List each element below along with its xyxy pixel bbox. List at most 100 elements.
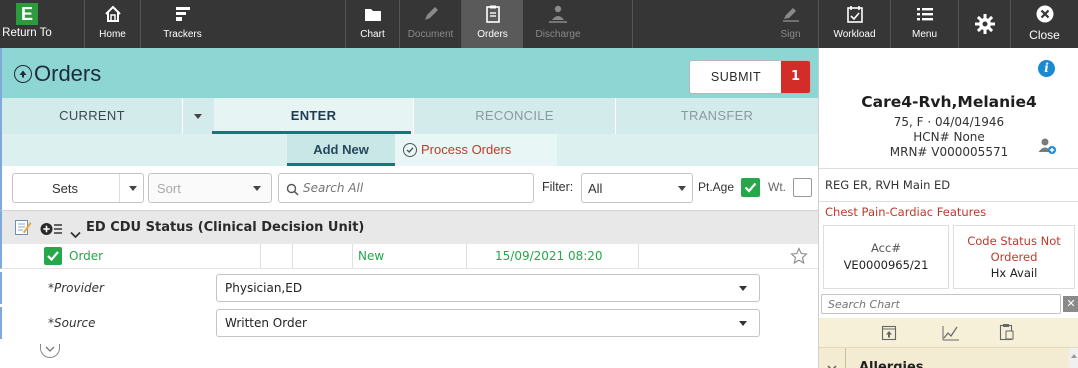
tab-current[interactable]: CURRENT xyxy=(2,98,182,134)
allergies-label: Allergies xyxy=(859,360,924,368)
scrollbar[interactable] xyxy=(1069,348,1078,368)
divider xyxy=(845,348,846,368)
submit-label: SUBMIT xyxy=(710,70,762,84)
sort-label: Sort xyxy=(157,181,181,196)
sets-dropdown[interactable]: Sets xyxy=(12,173,144,203)
chart-button[interactable]: Chart xyxy=(345,0,399,48)
discharge-button[interactable]: Discharge xyxy=(523,0,593,48)
tab-current-dropdown[interactable] xyxy=(183,98,213,134)
collapse-up-icon[interactable] xyxy=(14,65,32,83)
visit-location: REG ER, RVH Main ED xyxy=(819,168,1078,202)
menu-button[interactable]: Menu xyxy=(890,0,958,48)
edit-note-icon[interactable] xyxy=(14,218,32,240)
filter-dropdown[interactable]: All xyxy=(581,173,693,203)
check-circle-icon xyxy=(403,143,417,157)
discharge-label: Discharge xyxy=(535,29,581,40)
chevron-down-icon xyxy=(194,114,202,119)
provider-value: Physician,ED xyxy=(225,281,303,295)
orders-app: E Return To Home Trackers Chart Document… xyxy=(0,0,1078,368)
info-icon[interactable]: i xyxy=(1038,60,1055,77)
chevron-down-icon xyxy=(739,286,747,291)
code-status-box[interactable]: Code Status Not Ordered Hx Avail xyxy=(953,225,1075,289)
home-icon xyxy=(103,0,123,28)
cell-divider xyxy=(292,244,293,268)
source-value: Written Order xyxy=(225,316,307,330)
tab-transfer[interactable]: TRANSFER xyxy=(616,98,818,134)
chief-complaint: Chest Pain-Cardiac Features xyxy=(825,205,987,219)
sign-button[interactable]: Sign xyxy=(632,0,812,48)
source-row: *Source Written Order xyxy=(0,307,818,339)
e-logo-icon: E xyxy=(16,3,38,25)
filter-label: Filter: xyxy=(542,180,574,194)
search-all-box[interactable] xyxy=(278,173,534,203)
trackers-label: Trackers xyxy=(163,29,202,40)
expand-details-button[interactable] xyxy=(40,344,60,358)
allergies-section[interactable]: Allergies xyxy=(819,348,1078,368)
workload-calendar-icon xyxy=(846,0,864,28)
document-label: Document xyxy=(407,29,454,40)
search-all-input[interactable] xyxy=(303,178,523,198)
chevron-down-icon xyxy=(827,356,837,368)
trend-graph-icon[interactable] xyxy=(941,324,961,346)
process-orders-label: Process Orders xyxy=(421,142,512,157)
clear-search-icon[interactable]: ✕ xyxy=(1063,296,1078,312)
menu-label: Menu xyxy=(911,29,937,40)
gear-icon xyxy=(974,0,996,48)
orders-button[interactable]: Orders xyxy=(461,0,523,48)
patient-name: Care4-Rvh,Melanie4 xyxy=(861,93,1037,111)
subtab-process-orders[interactable]: Process Orders xyxy=(395,134,557,166)
chart-upload-icon[interactable] xyxy=(881,325,897,345)
home-button[interactable]: Home xyxy=(84,0,140,48)
add-person-icon[interactable] xyxy=(1037,137,1057,155)
code-status-line1: Code Status Not xyxy=(967,234,1061,248)
account-value: VE0000965/21 xyxy=(843,258,929,272)
document-button[interactable]: Document xyxy=(399,0,461,48)
close-label: Close xyxy=(1029,28,1060,42)
return-to-label: Return To xyxy=(2,27,52,39)
folder-icon xyxy=(363,0,383,28)
section-title: ED CDU Status (Clinical Decision Unit) xyxy=(86,220,365,235)
weight-checkbox[interactable] xyxy=(793,178,812,197)
workload-button[interactable]: Workload xyxy=(818,0,890,48)
favorite-star-icon[interactable] xyxy=(790,247,808,269)
chevron-down-icon xyxy=(129,186,137,191)
tab-reconcile[interactable]: RECONCILE xyxy=(414,98,615,134)
search-chart-input[interactable] xyxy=(828,297,1056,312)
trackers-button[interactable]: Trackers xyxy=(140,0,224,48)
sort-dropdown[interactable]: Sort xyxy=(148,173,272,203)
chevron-down-icon xyxy=(253,186,261,191)
settings-button[interactable] xyxy=(958,0,1010,48)
subtab-add-new[interactable]: Add New xyxy=(287,134,395,166)
pt-age-label: Pt.Age xyxy=(698,180,735,194)
search-chart-box[interactable] xyxy=(821,294,1061,314)
close-button[interactable]: Close xyxy=(1010,0,1078,48)
patient-age-sex-dob: 75, F · 04/04/1946 xyxy=(893,115,1005,129)
tab-enter[interactable]: ENTER xyxy=(214,98,413,134)
order-status: New xyxy=(358,249,385,263)
orders-tabs: CURRENT ENTER RECONCILE TRANSFER xyxy=(0,98,818,134)
chevron-down-icon[interactable] xyxy=(70,224,81,243)
clipboard-list-icon[interactable] xyxy=(999,323,1015,345)
cell-divider xyxy=(260,244,261,268)
provider-dropdown[interactable]: Physician,ED xyxy=(216,274,760,302)
submit-count-badge: 1 xyxy=(781,61,810,93)
page-title: Orders xyxy=(34,61,102,86)
order-section-header: ED CDU Status (Clinical Decision Unit) xyxy=(0,210,818,244)
dropdown-divider xyxy=(119,174,120,202)
source-dropdown[interactable]: Written Order xyxy=(216,309,760,337)
pt-age-checkbox[interactable] xyxy=(741,178,760,197)
cell-divider xyxy=(638,244,639,268)
patient-banner-panel: i Care4-Rvh,Melanie4 75, F · 04/04/1946 … xyxy=(818,48,1078,368)
order-row[interactable]: Order New 15/09/2021 08:20 xyxy=(0,244,818,269)
account-label: Acc# xyxy=(871,241,901,255)
return-to-button[interactable]: E Return To xyxy=(0,0,54,48)
chevron-down-icon xyxy=(739,321,747,326)
search-icon xyxy=(286,181,299,200)
add-order-icon[interactable] xyxy=(40,221,66,240)
order-checkbox[interactable] xyxy=(44,247,62,265)
weight-label: Wt. xyxy=(768,180,786,194)
provider-row: *Provider Physician,ED xyxy=(0,272,818,304)
discharge-person-icon xyxy=(547,0,569,28)
cell-divider xyxy=(466,244,467,268)
submit-button[interactable]: SUBMIT 1 xyxy=(689,60,811,94)
